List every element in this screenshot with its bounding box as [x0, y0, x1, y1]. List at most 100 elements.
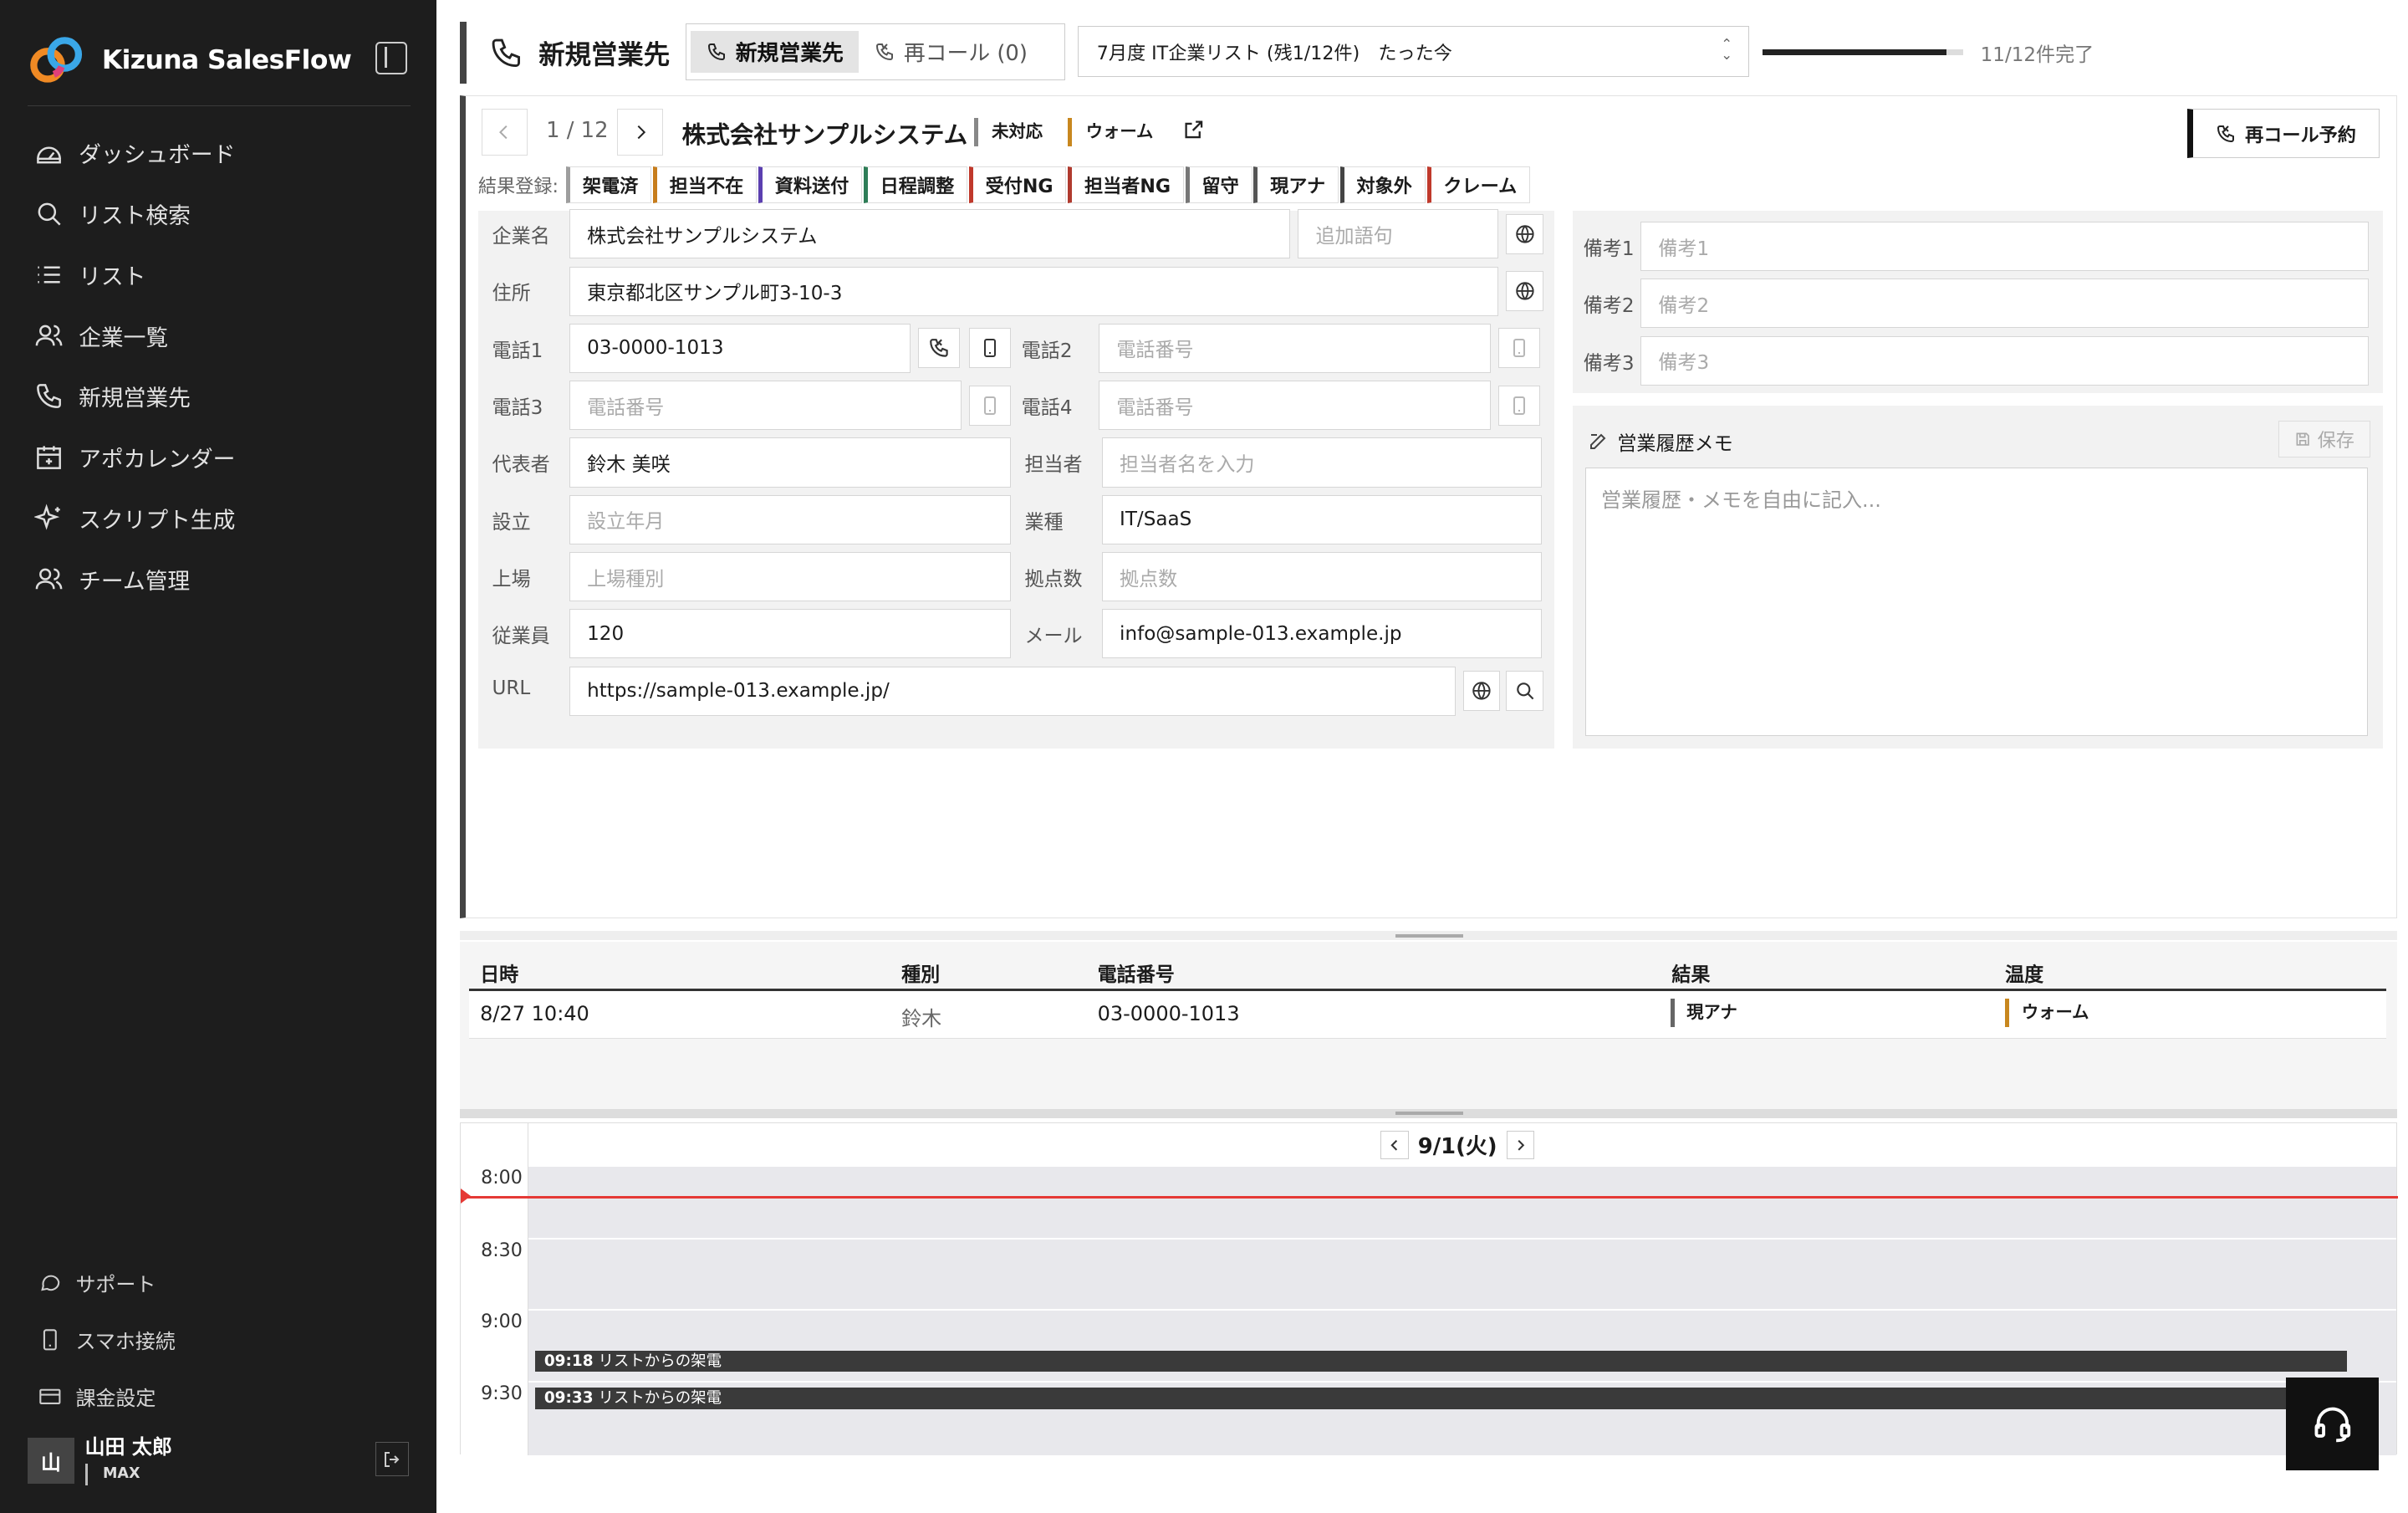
globe-icon — [1472, 682, 1491, 700]
save-button[interactable]: 保存 — [2278, 421, 2371, 458]
nav-label: リスト — [79, 263, 146, 290]
field-label: 住所 — [492, 283, 531, 305]
calendar-event[interactable]: 09:18 リストからの架電 — [534, 1350, 2348, 1372]
mobile-call-button[interactable] — [1498, 385, 1541, 426]
industry-input[interactable]: IT/SaaS — [1101, 494, 1542, 544]
tab-recall[interactable]: 再コール (0) — [859, 31, 1043, 73]
tel3-input[interactable]: 電話番号 — [569, 381, 962, 431]
extra-keyword-input[interactable]: 追加語句 — [1298, 209, 1499, 259]
tel1-input[interactable]: 03-0000-1013 — [569, 323, 911, 373]
next-day-button[interactable] — [1506, 1131, 1534, 1159]
temperature-badge: ウォーム — [2005, 999, 2089, 1027]
result-button-send-material[interactable]: 資料送付 — [758, 166, 863, 203]
field-label: 備考2 — [1583, 295, 1635, 318]
next-record-button[interactable] — [617, 109, 664, 156]
employees-input[interactable]: 120 — [569, 609, 1011, 659]
tel2-input[interactable]: 電話番号 — [1099, 323, 1491, 373]
calendar-grid[interactable] — [528, 1166, 2397, 1456]
result-label: 結果登録: — [477, 175, 559, 197]
mobile-connect-link[interactable]: スマホ接続 — [38, 1311, 409, 1367]
note2-input[interactable]: 備考2 — [1640, 279, 2370, 329]
representative-input[interactable]: 鈴木 美咲 — [569, 437, 1011, 488]
prev-day-button[interactable] — [1380, 1131, 1409, 1159]
memo-textarea[interactable]: 営業履歴・メモを自由に記入... — [1584, 467, 2368, 736]
result-button-absent[interactable]: 担当不在 — [652, 166, 758, 203]
logo-icon — [30, 36, 83, 83]
person-in-charge-input[interactable]: 担当者名を入力 — [1101, 437, 1542, 488]
email-input[interactable]: info@sample-013.example.jp — [1101, 609, 1542, 659]
company-name-input[interactable]: 株式会社サンプルシステム — [569, 209, 1290, 259]
nav-item-team-management[interactable]: チーム管理 — [34, 549, 405, 610]
nav-item-new-prospect[interactable]: 新規営業先 — [34, 366, 405, 427]
progress-text: 11/12件完了 — [1980, 44, 2094, 67]
support-link[interactable]: サポート — [38, 1254, 409, 1311]
sidebar-toggle-icon[interactable] — [375, 41, 408, 74]
time-label: 9:00 — [481, 1310, 523, 1332]
chevron-left-icon — [499, 125, 508, 139]
field-label: 電話4 — [1021, 397, 1073, 420]
offices-input[interactable]: 拠点数 — [1101, 552, 1542, 602]
result-button-no-answer[interactable]: 留守 — [1185, 166, 1252, 203]
resize-handle[interactable] — [460, 931, 2398, 941]
logout-button[interactable] — [375, 1442, 410, 1476]
headset-icon — [2314, 1407, 2350, 1443]
search-icon — [38, 202, 61, 226]
column-header: 温度 — [2005, 964, 2044, 987]
app-logo[interactable]: Kizuna SalesFlow — [28, 34, 352, 87]
call-button[interactable] — [918, 328, 960, 369]
external-link-icon[interactable] — [1182, 118, 1206, 147]
billing-link[interactable]: 課金設定 — [38, 1368, 409, 1425]
listing-input[interactable]: 上場種別 — [569, 552, 1011, 602]
nav-item-list[interactable]: リスト — [34, 244, 405, 305]
tab-new-prospect[interactable]: 新規営業先 — [691, 30, 860, 73]
note1-input[interactable]: 備考1 — [1640, 221, 2370, 272]
tel4-input[interactable]: 電話番号 — [1099, 381, 1491, 431]
web-search-button[interactable] — [1506, 213, 1543, 254]
open-url-button[interactable] — [1462, 671, 1501, 712]
appointment-calendar: 9/1(火) 8:00 8:30 9:00 9:30 09:18 リストからの架… — [460, 1122, 2399, 1456]
prev-record-button[interactable] — [481, 109, 528, 156]
nav-item-script-generation[interactable]: スクリプト生成 — [33, 488, 405, 549]
result-button-schedule[interactable]: 日程調整 — [863, 166, 967, 203]
nav-item-appointment-calendar[interactable]: アポカレンダー — [34, 427, 405, 488]
founded-input[interactable]: 設立年月 — [569, 494, 1011, 544]
resize-handle[interactable] — [460, 1108, 2398, 1118]
result-button-disconnected[interactable]: 現アナ — [1253, 166, 1339, 203]
result-badge: 現アナ — [1670, 999, 1737, 1027]
support-chat-button[interactable] — [2286, 1377, 2379, 1470]
divider — [28, 105, 411, 107]
column-header: 電話番号 — [1097, 964, 1175, 987]
nav-label: 新規営業先 — [79, 386, 191, 412]
field-label: 電話1 — [492, 340, 543, 362]
recall-schedule-button[interactable]: 再コール予約 — [2186, 109, 2380, 159]
map-search-button[interactable] — [1506, 271, 1543, 312]
mobile-call-button[interactable] — [968, 385, 1011, 426]
nav-item-list-search[interactable]: リスト検索 — [34, 183, 405, 244]
time-gridline — [528, 1381, 2397, 1383]
mobile-call-button[interactable] — [1498, 328, 1541, 369]
nav-item-companies[interactable]: 企業一覧 — [34, 305, 405, 366]
result-button-called[interactable]: 架電済 — [566, 166, 652, 203]
result-button-complaint[interactable]: クレーム — [1426, 166, 1530, 203]
table-row[interactable]: 8/27 10:40 鈴木 03-0000-1013 現アナ ウォーム — [469, 991, 2387, 1040]
calendar-date-nav: 9/1(火) — [1380, 1128, 1534, 1163]
notes-section: 備考1 備考1 備考2 備考2 備考3 備考3 — [1572, 211, 2384, 393]
url-input[interactable]: https://sample-013.example.jp/ — [569, 666, 1456, 716]
calendar-event[interactable]: 09:33 リストからの架電 — [534, 1387, 2348, 1409]
company-title: 株式会社サンプルシステム — [681, 120, 968, 150]
field-label: 企業名 — [492, 226, 550, 248]
result-button-out-of-scope[interactable]: 対象外 — [1339, 166, 1426, 203]
url-search-button[interactable] — [1506, 671, 1543, 712]
nav-item-dashboard[interactable]: ダッシュボード — [34, 122, 405, 183]
list-select[interactable]: 7月度 IT企業リスト (残1/12件) たった今 ⌃ ⌄ — [1077, 26, 1749, 78]
event-time: 09:33 — [543, 1388, 594, 1407]
result-button-person-ng[interactable]: 担当者NG — [1068, 166, 1184, 203]
result-button-reception-ng[interactable]: 受付NG — [968, 166, 1067, 203]
mobile-call-button[interactable] — [968, 328, 1011, 369]
note3-input[interactable]: 備考3 — [1640, 335, 2370, 386]
event-title: リストからの架電 — [598, 1388, 722, 1407]
field-label: 業種 — [1024, 511, 1064, 534]
page-header: 新規営業先 新規営業先 再コール (0) 7月度 IT企業リスト (残1/12件… — [460, 21, 2405, 84]
address-input[interactable]: 東京都北区サンプル町3-10-3 — [569, 266, 1499, 316]
field-label: 電話2 — [1021, 340, 1073, 362]
